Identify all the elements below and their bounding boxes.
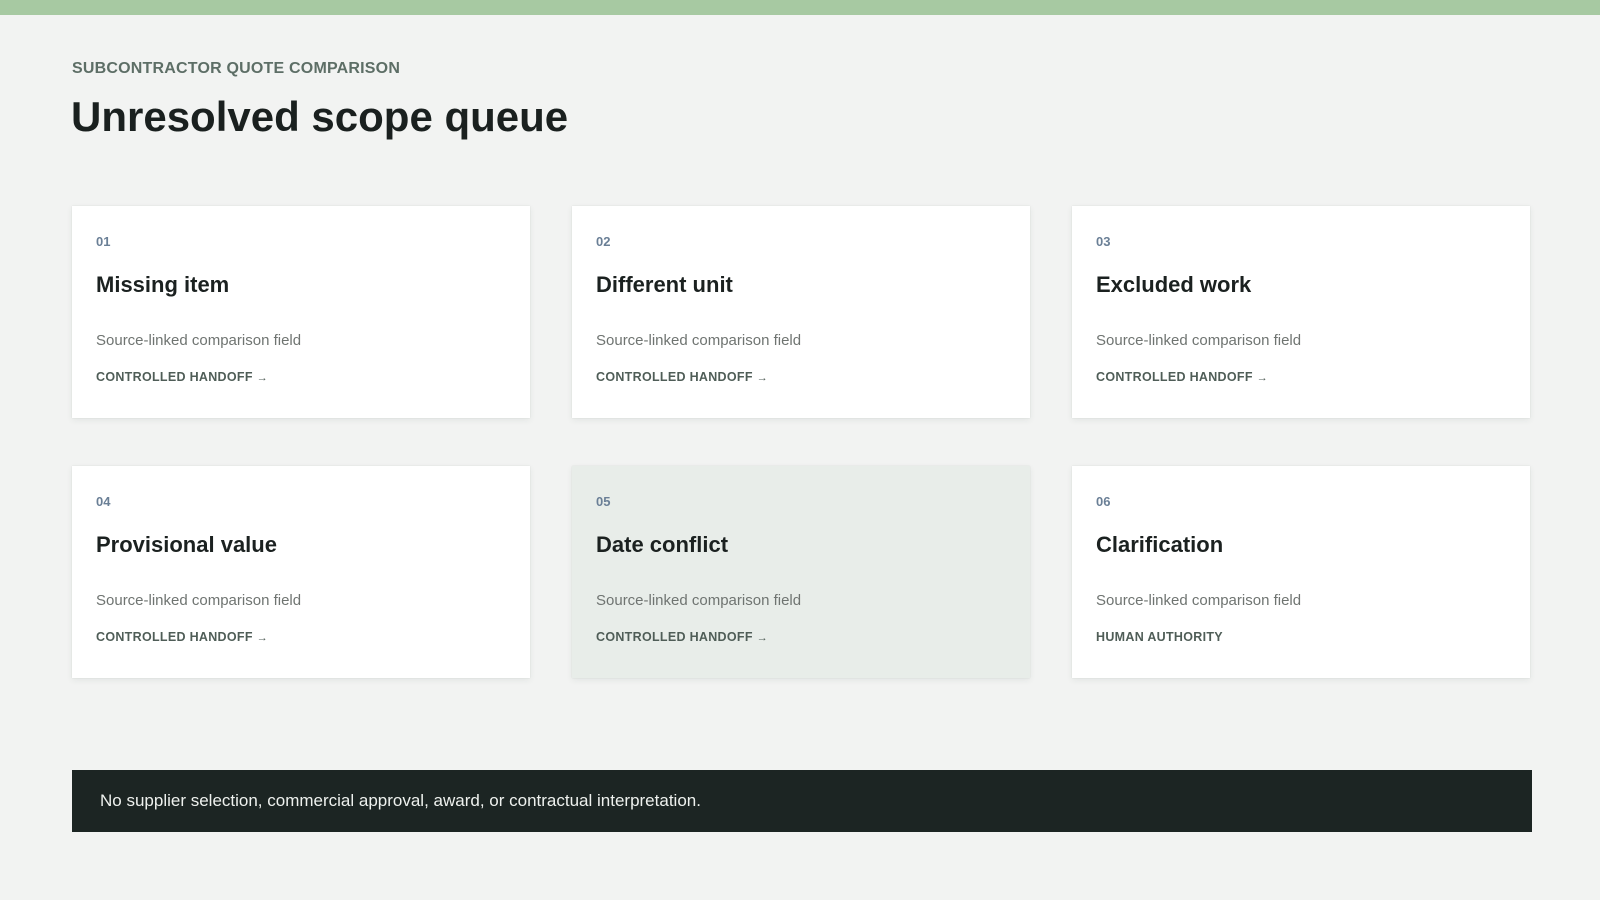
arrow-right-icon: →: [256, 372, 269, 384]
card-number: 01: [96, 234, 111, 249]
card-description: Source-linked comparison field: [96, 592, 302, 609]
page-eyebrow: SUBCONTRACTOR QUOTE COMPARISON: [72, 60, 401, 77]
scope-notice-text: No supplier selection, commercial approv…: [100, 791, 701, 810]
queue-card-missing-item[interactable]: 01 Missing item Source-linked comparison…: [72, 206, 530, 418]
controlled-handoff-link[interactable]: CONTROLLED HANDOFF →: [1096, 370, 1268, 384]
card-title: Excluded work: [1096, 272, 1252, 297]
controlled-handoff-link[interactable]: CONTROLLED HANDOFF →: [96, 630, 268, 644]
card-title: Clarification: [1096, 532, 1224, 557]
card-number: 04: [96, 494, 111, 509]
queue-card-different-unit[interactable]: 02 Different unit Source-linked comparis…: [572, 206, 1030, 418]
card-number: 02: [596, 234, 611, 249]
human-authority-link[interactable]: HUMAN AUTHORITY: [1096, 630, 1227, 644]
card-action-label: CONTROLLED HANDOFF: [96, 370, 253, 384]
card-description: Source-linked comparison field: [1096, 332, 1302, 349]
card-action-label: CONTROLLED HANDOFF: [596, 630, 753, 644]
scope-queue-grid: 01 Missing item Source-linked comparison…: [72, 206, 1532, 678]
card-title: Missing item: [96, 272, 230, 297]
controlled-handoff-link[interactable]: CONTROLLED HANDOFF →: [596, 630, 768, 644]
card-title: Date conflict: [596, 532, 729, 557]
card-title: Provisional value: [96, 532, 277, 557]
queue-card-date-conflict[interactable]: 05 Date conflict Source-linked compariso…: [572, 466, 1030, 678]
card-title: Different unit: [596, 272, 733, 297]
arrow-right-icon: →: [756, 632, 769, 644]
card-number: 03: [1096, 234, 1111, 249]
card-description: Source-linked comparison field: [596, 332, 802, 349]
queue-card-excluded-work[interactable]: 03 Excluded work Source-linked compariso…: [1072, 206, 1530, 418]
queue-card-provisional-value[interactable]: 04 Provisional value Source-linked compa…: [72, 466, 530, 678]
controlled-handoff-link[interactable]: CONTROLLED HANDOFF →: [96, 370, 268, 384]
card-action-label: HUMAN AUTHORITY: [1096, 630, 1223, 644]
card-number: 05: [596, 494, 611, 509]
queue-card-clarification[interactable]: 06 Clarification Source-linked compariso…: [1072, 466, 1530, 678]
arrow-right-icon: →: [256, 632, 269, 644]
card-number: 06: [1096, 494, 1111, 509]
controlled-handoff-link[interactable]: CONTROLLED HANDOFF →: [596, 370, 768, 384]
card-action-label: CONTROLLED HANDOFF: [1096, 370, 1253, 384]
card-action-label: CONTROLLED HANDOFF: [596, 370, 753, 384]
arrow-right-icon: →: [1256, 372, 1269, 384]
card-action-label: CONTROLLED HANDOFF: [96, 630, 253, 644]
top-accent-bar: [0, 0, 1600, 15]
card-description: Source-linked comparison field: [596, 592, 802, 609]
card-description: Source-linked comparison field: [96, 332, 302, 349]
card-description: Source-linked comparison field: [1096, 592, 1302, 609]
scope-notice-banner: No supplier selection, commercial approv…: [72, 770, 1532, 832]
page-title: Unresolved scope queue: [71, 93, 569, 140]
arrow-right-icon: →: [756, 372, 769, 384]
